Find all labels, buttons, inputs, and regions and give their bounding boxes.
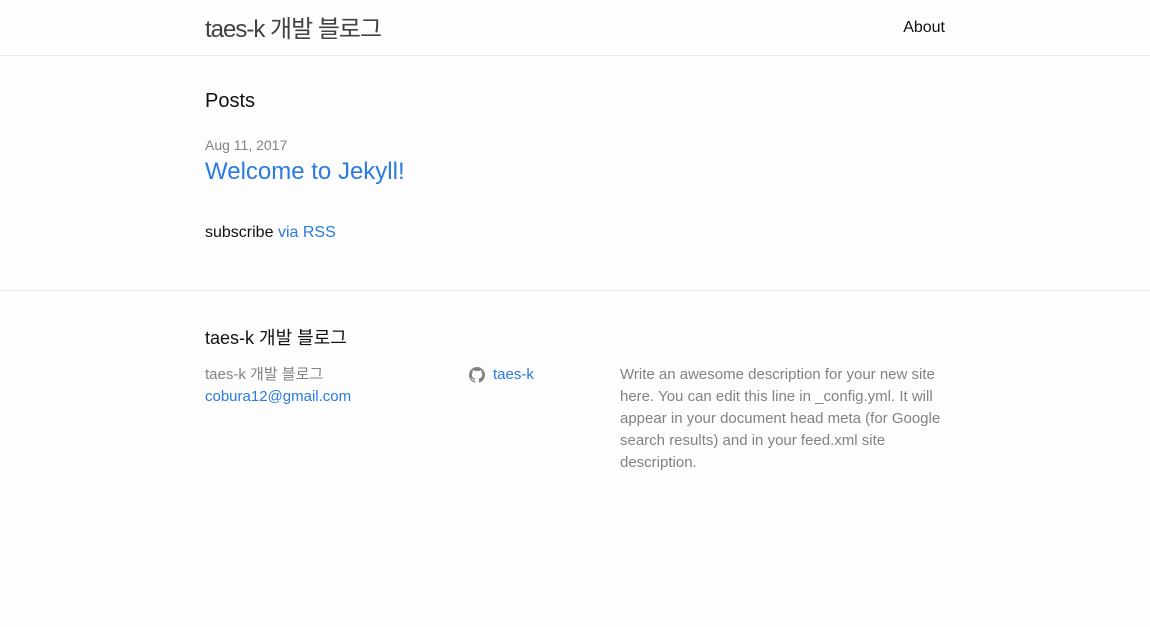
github-user-link[interactable]: taes-k xyxy=(493,364,534,386)
post-date: Aug 11, 2017 xyxy=(205,137,288,153)
footer-email-link[interactable]: cobura12@gmail.com xyxy=(205,386,351,408)
footer-social: taes-k xyxy=(469,364,534,386)
rss-subscribe: subscribe via RSS xyxy=(205,224,336,242)
footer-site-name: taes-k 개발 블로그 xyxy=(205,366,324,383)
header-wrapper: taes-k 개발 블로그 About xyxy=(205,0,945,56)
post-title-link[interactable]: Welcome to Jekyll! xyxy=(205,158,405,186)
nav-link-about[interactable]: About xyxy=(903,19,945,36)
site-header: taes-k 개발 블로그 About xyxy=(0,0,1150,56)
footer-contact: taes-k 개발 블로그 cobura12@gmail.com xyxy=(205,364,351,408)
footer-wrapper: taes-k 개발 블로그 taes-k 개발 블로그 cobura12@gma… xyxy=(205,291,945,626)
subscribe-label: subscribe xyxy=(205,224,274,241)
site-nav: About xyxy=(903,19,945,37)
github-icon xyxy=(469,367,485,383)
rss-link[interactable]: via RSS xyxy=(278,224,336,241)
page-content: Posts Aug 11, 2017 Welcome to Jekyll! su… xyxy=(0,56,1150,291)
site-footer: taes-k 개발 블로그 taes-k 개발 블로그 cobura12@gma… xyxy=(0,291,1150,626)
footer-heading: taes-k 개발 블로그 xyxy=(205,328,347,348)
posts-heading: Posts xyxy=(205,90,256,112)
site-title-link[interactable]: taes-k 개발 블로그 xyxy=(205,9,382,44)
site-description: Write an awesome description for your ne… xyxy=(620,366,941,471)
